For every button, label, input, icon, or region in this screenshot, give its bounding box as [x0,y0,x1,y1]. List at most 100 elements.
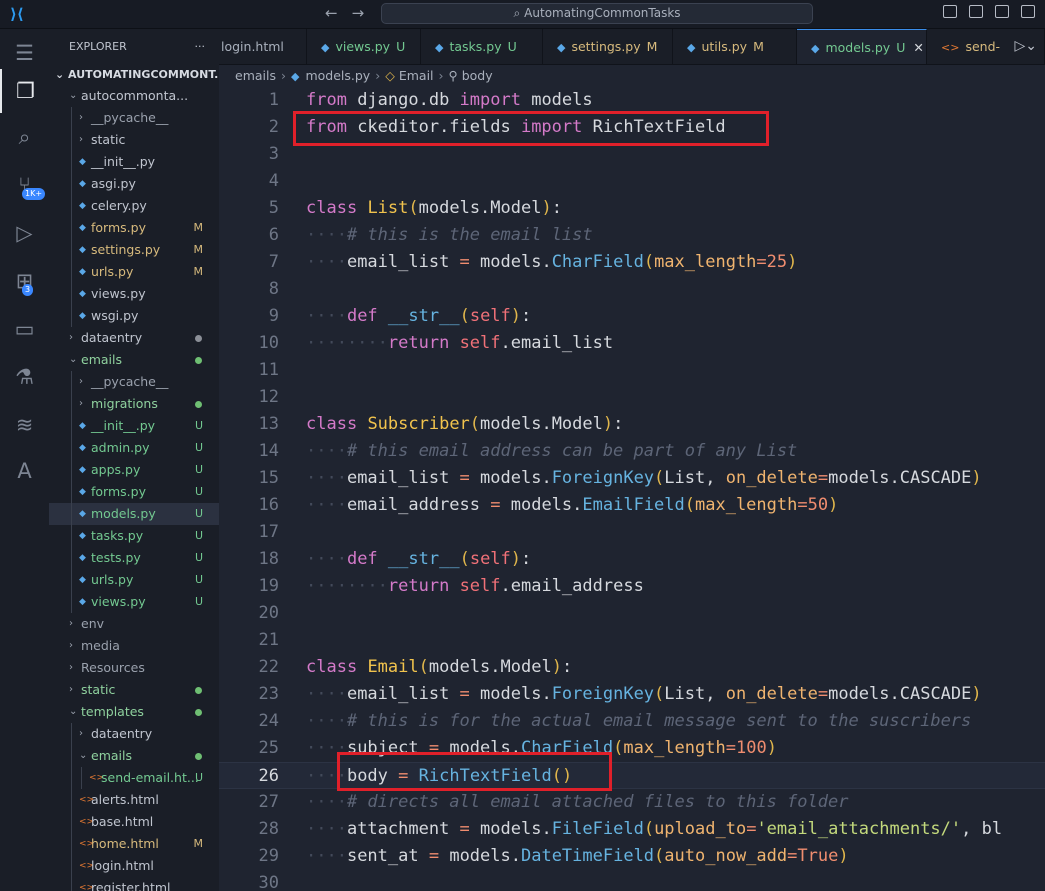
tree-file[interactable]: ◆ tasks.py U [49,525,219,547]
toggle-primary-sidebar-icon[interactable] [943,5,957,18]
tree-file[interactable]: ◆ admin.py U [49,437,219,459]
code-text: class Subscriber(models.Model): [306,411,623,438]
code-editor[interactable]: 30 29 ····sent_at = models.DateTimeField(a… [219,88,1045,891]
line-number: 22 [258,657,279,677]
tree-folder[interactable]: ⌄ emails [49,349,219,371]
tree-folder[interactable]: › dataentry [49,327,219,349]
indent-guide [71,217,72,239]
editor-tab[interactable]: ◆ views.py U [307,29,421,64]
code-token: django.db [346,90,460,110]
tree-item-label: send-email.ht... [101,770,199,785]
tree-folder[interactable]: › __pycache__ [49,371,219,393]
run-file-icon[interactable]: ▷⌄ [1015,38,1038,54]
close-icon[interactable]: ✕ [913,40,923,55]
tree-folder[interactable]: › __pycache__ [49,107,219,129]
code-token: .email_address [500,576,644,596]
testing-icon[interactable]: ⚗ [0,355,49,399]
remote-explorer-icon[interactable]: ▭ [0,307,49,351]
breadcrumb-emails[interactable]: emails [235,68,276,83]
toggle-panel-icon[interactable] [969,5,983,18]
line-number: 10 [258,333,279,353]
tree-file[interactable]: ◆ __init__.py [49,151,219,173]
editor-tab[interactable]: login.html [219,29,307,64]
tree-file[interactable]: ◆ forms.py M [49,217,219,239]
more-actions-icon[interactable]: ··· [195,29,206,65]
tree-folder[interactable]: › env [49,613,219,635]
breadcrumb-separator: › [375,68,381,83]
tree-item-label: home.html [91,836,159,851]
command-center-search[interactable]: ⌕ AutomatingCommonTasks [381,3,813,24]
breadcrumb-email-class[interactable]: Email [399,68,434,83]
code-text: ····email_list = models.CharField(max_le… [306,249,797,276]
search-icon[interactable]: ⌕ [0,115,49,159]
tree-file[interactable]: ◆ celery.py [49,195,219,217]
tree-file[interactable]: <> register.html [49,877,219,891]
tree-folder[interactable]: › dataentry [49,723,219,745]
indent-guide [71,811,72,833]
explorer-sidebar: EXPLORER ··· ⌄ AUTOMATINGCOMMONT... ⌄ aut… [49,29,219,891]
tree-folder[interactable]: › media [49,635,219,657]
explorer-icon[interactable]: ❐ [0,69,49,113]
chevron-right-icon: › [69,618,73,629]
editor-tab[interactable]: ◆ settings.py M [543,29,673,64]
tree-folder[interactable]: ⌄ templates [49,701,219,723]
editor-tab[interactable]: ◆ utils.py M [673,29,797,64]
tree-folder[interactable]: › static [49,679,219,701]
tree-file[interactable]: <> home.html M [49,833,219,855]
tree-file[interactable]: ◆ urls.py U [49,569,219,591]
tree-folder[interactable]: ⌄ autocommonta... [49,85,219,107]
tree-folder[interactable]: › Resources [49,657,219,679]
code-text: ····def __str__(self): [306,546,531,573]
line-number: 7 [268,252,279,272]
tree-file[interactable]: ◆ models.py U [49,503,219,525]
explorer-title: EXPLORER [69,40,127,53]
toggle-secondary-sidebar-icon[interactable] [995,5,1009,18]
code-token: on_delete [725,468,818,488]
tree-file[interactable]: ◆ views.py [49,283,219,305]
line-number: 15 [258,468,279,488]
tree-file[interactable]: ◆ tests.py U [49,547,219,569]
tree-file[interactable]: <> base.html [49,811,219,833]
azure-icon[interactable]: Α [0,449,49,493]
customize-layout-icon[interactable] [1021,5,1035,18]
tree-folder[interactable]: › migrations [49,393,219,415]
git-status-badge: U [396,39,406,54]
breadcrumb-body[interactable]: body [462,68,493,83]
indent-guide [71,239,72,261]
indent-guide [71,481,72,503]
tree-file[interactable]: ◆ wsgi.py [49,305,219,327]
editor-tab[interactable]: ◆ tasks.py U [421,29,543,64]
docker-icon[interactable]: ≋ [0,403,49,447]
code-token: return [387,333,450,353]
line-number: 8 [268,279,279,299]
code-line: 16 ····email_address = models.EmailField(… [219,492,1045,519]
code-text: ····email_list = models.ForeignKey(List,… [306,465,982,492]
code-token: ( [613,738,624,758]
code-text: ····# this is for the actual email messa… [306,708,971,735]
tree-file[interactable]: ◆ asgi.py [49,173,219,195]
editor-tab[interactable]: ◆ models.py U ✕ [797,29,927,64]
explorer-header: EXPLORER ··· [49,29,219,65]
tree-file[interactable]: ◆ urls.py M [49,261,219,283]
source-control-icon[interactable]: ⑂ 1K+ [0,163,49,207]
run-debug-icon[interactable]: ▷ [0,211,49,255]
breadcrumb-models[interactable]: models.py [305,68,370,83]
tree-file[interactable]: ◆ views.py U [49,591,219,613]
tree-file[interactable]: <> send-email.ht... U [49,767,219,789]
tree-file[interactable]: ◆ settings.py M [49,239,219,261]
chevron-down-icon: ⌄ [69,706,78,717]
workspace-root[interactable]: ⌄ AUTOMATINGCOMMONT... [49,65,219,85]
tree-file[interactable]: ◆ __init__.py U [49,415,219,437]
code-text: ····# this email address can be part of … [306,438,797,465]
tree-file[interactable]: ◆ forms.py U [49,481,219,503]
tree-file[interactable]: <> alerts.html [49,789,219,811]
tree-file[interactable]: ◆ apps.py U [49,459,219,481]
tree-folder[interactable]: ⌄ emails [49,745,219,767]
tree-file[interactable]: <> login.html [49,855,219,877]
extensions-icon[interactable]: ⊞ 3 [0,259,49,303]
nav-arrows[interactable]: ←→ [325,4,378,22]
field-symbol-icon: ⚲ [448,68,458,83]
tree-folder[interactable]: › static [49,129,219,151]
chevron-down-icon: ⌄ [79,750,88,761]
